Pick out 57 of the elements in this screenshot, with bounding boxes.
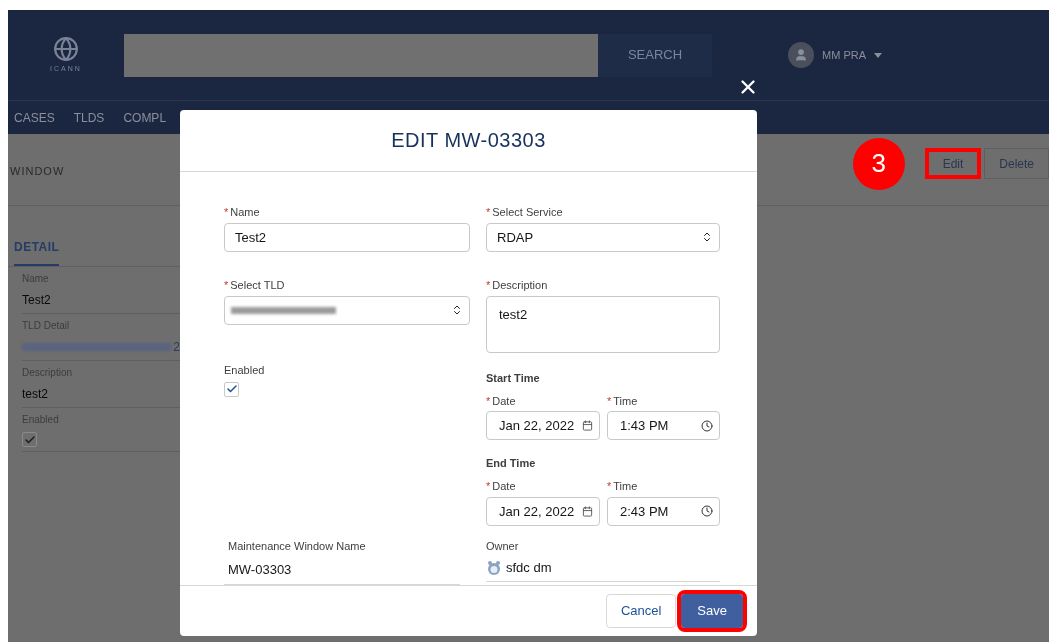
date-input[interactable]: Jan 22, 2022 (486, 411, 600, 441)
caret-icon (874, 52, 882, 58)
record-title: WINDOW (10, 165, 65, 177)
field-value: test2 (22, 386, 49, 403)
calendar-icon (582, 505, 593, 517)
name-input[interactable]: Test2 (224, 222, 470, 252)
field-label: Owner (486, 538, 520, 554)
required-mark: * (224, 277, 229, 293)
user-name[interactable]: MM PRA (822, 46, 866, 64)
field-value: Test2 (22, 292, 52, 309)
required-mark: * (607, 479, 612, 495)
checkbox[interactable] (224, 381, 239, 397)
field-label: Time (613, 393, 638, 409)
field-label: Time (613, 479, 638, 495)
select-arrows-icon (701, 231, 713, 244)
nav-tab[interactable]: CASES (14, 108, 55, 127)
field-label: Date (492, 479, 516, 495)
required-mark: * (224, 204, 229, 220)
field-label: Maintenance Window Name (227, 538, 367, 554)
required-mark: * (486, 277, 491, 293)
field-label: Description (492, 277, 548, 293)
clock-icon (701, 419, 713, 432)
globe-logo-icon (53, 35, 79, 62)
required-mark: * (486, 393, 491, 409)
description-textarea[interactable]: test2 (486, 295, 720, 353)
date-input[interactable]: Jan 22, 2022 (486, 496, 600, 526)
owner-link[interactable]: sfdc dm (506, 558, 552, 578)
step-badge: 3 (852, 137, 905, 190)
field-label: Select TLD (230, 277, 285, 293)
select-arrows-icon (451, 304, 463, 317)
group-heading: End Time (486, 457, 536, 470)
group-heading: Start Time (486, 371, 540, 384)
search-button[interactable]: SEARCH (598, 33, 712, 77)
time-input[interactable]: 2:43 PM (607, 496, 720, 526)
calendar-icon (582, 420, 593, 432)
service-select[interactable]: RDAP (486, 222, 720, 252)
field-value: MW-03303 (224, 554, 460, 585)
dialog-title: EDIT MW-03303 (391, 128, 546, 154)
field-label: Enabled (224, 362, 265, 378)
user-icon (794, 48, 808, 62)
clock-icon (701, 505, 713, 518)
nav-tab[interactable]: TLDS (73, 108, 105, 127)
required-mark: * (486, 479, 491, 495)
check-icon (23, 433, 36, 446)
field-label: Date (492, 393, 516, 409)
user-avatar[interactable] (788, 42, 814, 68)
nav-tab[interactable]: COMPL (123, 108, 167, 127)
time-input[interactable]: 1:43 PM (607, 411, 720, 441)
required-mark: * (607, 393, 612, 409)
cancel-button[interactable]: Cancel (605, 593, 677, 628)
search-field[interactable] (124, 33, 598, 77)
owner-avatar-icon (486, 560, 502, 577)
field-label: Select Service (492, 204, 563, 220)
field-label: Name (230, 204, 260, 220)
tld-select[interactable] (224, 295, 470, 325)
required-mark: * (486, 204, 491, 220)
checkbox[interactable] (22, 432, 37, 447)
